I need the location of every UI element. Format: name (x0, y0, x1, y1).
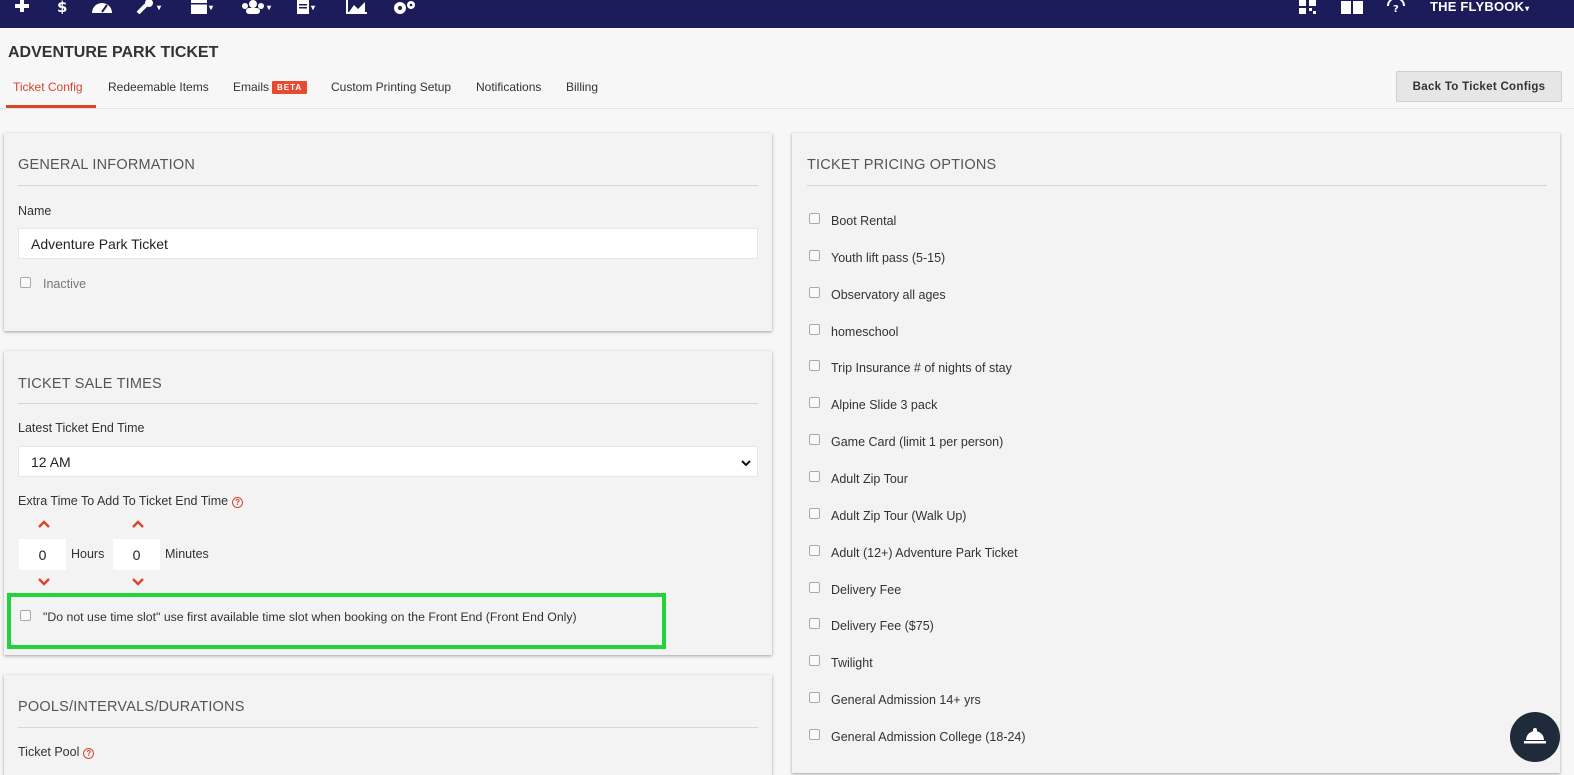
gears-icon[interactable] (392, 0, 418, 14)
qr-icon[interactable] (1298, 0, 1318, 14)
minutes-input[interactable]: 0 (113, 539, 160, 570)
inactive-label: Inactive (43, 277, 87, 291)
wrench-icon[interactable]: ▾ (136, 0, 161, 14)
pricing-option-checkbox[interactable] (809, 655, 820, 667)
book-icon[interactable] (1340, 0, 1364, 14)
ticket-pool-label-text: Ticket Pool (18, 745, 80, 759)
svg-text:$: $ (57, 0, 67, 14)
plus-icon[interactable] (14, 0, 30, 14)
dashboard-icon[interactable] (90, 0, 114, 14)
pricing-option-checkbox[interactable] (809, 728, 820, 740)
pricing-option-checkbox[interactable] (809, 692, 820, 704)
pricing-option-label: homeschool (831, 324, 899, 339)
bell-icon (1523, 726, 1547, 749)
pricing-option-label: General Admission College (18-24) (831, 729, 1026, 744)
pricing-option-checkbox[interactable] (809, 360, 820, 372)
minutes-decrement-icon[interactable] (132, 577, 144, 589)
pricing-option-label: Delivery Fee ($75) (831, 619, 934, 634)
pricing-option-label: Adult Zip Tour (Walk Up) (831, 508, 967, 523)
pricing-option-label: Twilight (831, 656, 873, 671)
tab-emails-label: Emails (233, 80, 270, 94)
pricing-option-label: Alpine Slide 3 pack (831, 398, 938, 413)
inactive-checkbox[interactable] (20, 277, 31, 288)
latest-end-time-value: 12 AM (31, 453, 71, 470)
hours-decrement-icon[interactable] (38, 577, 50, 589)
pricing-option-label: Adult (12+) Adventure Park Ticket (831, 545, 1018, 560)
tab-redeemable-items[interactable]: Redeemable Items (108, 80, 209, 94)
divider (18, 185, 758, 186)
document-icon[interactable]: ▾ (296, 0, 315, 14)
pricing-option-label: Boot Rental (831, 214, 897, 228)
svg-text:?: ? (1393, 4, 1399, 14)
tab-billing[interactable]: Billing (566, 80, 598, 94)
ticket-pricing-options-panel: TICKET PRICING OPTIONS Boot Rental Youth … (792, 133, 1560, 773)
help-icon[interactable]: ? (1386, 0, 1406, 14)
top-nav-bar: $ ▾ ▾ ▾ ▾ ? THE FLYBOOK▾ (0, 0, 1574, 28)
panel-title: TICKET PRICING OPTIONS (807, 157, 997, 173)
tab-bar: Ticket Config Redeemable Items Emails BET… (0, 74, 1574, 109)
pricing-option-checkbox[interactable] (809, 397, 820, 409)
support-bell-button[interactable] (1510, 712, 1560, 762)
hours-input[interactable]: 0 (19, 539, 66, 570)
dollar-icon[interactable]: $ (56, 0, 68, 14)
divider (807, 185, 1547, 186)
divider (18, 403, 758, 404)
pricing-option-checkbox[interactable] (809, 618, 820, 630)
chevron-down-icon (741, 454, 751, 470)
tab-notifications[interactable]: Notifications (476, 80, 541, 94)
active-tab-indicator (6, 105, 96, 108)
pricing-option-checkbox[interactable] (809, 286, 820, 298)
pricing-option-label: Game Card (limit 1 per person) (831, 435, 1004, 450)
divider (18, 727, 758, 728)
ticket-pool-label: Ticket Pool? (18, 745, 95, 759)
help-icon[interactable]: ? (83, 748, 95, 759)
pricing-option-checkbox[interactable] (809, 323, 820, 335)
latest-end-time-label: Latest Ticket End Time (18, 421, 145, 435)
pricing-option-label: General Admission 14+ yrs (831, 693, 981, 708)
calendar-icon[interactable]: ▾ (190, 0, 213, 14)
pricing-option-checkbox[interactable] (809, 434, 820, 446)
minutes-label: Minutes (165, 547, 209, 561)
pricing-option-label: Observatory all ages (831, 287, 946, 302)
minutes-increment-icon[interactable] (132, 519, 144, 531)
general-information-panel: GENERAL INFORMATION Name Adventure Park … (4, 133, 772, 331)
users-icon[interactable]: ▾ (240, 0, 271, 14)
pricing-option-label: Delivery Fee (831, 582, 902, 597)
name-input[interactable]: Adventure Park Ticket (18, 228, 758, 259)
pricing-option-checkbox[interactable] (809, 470, 820, 482)
account-menu[interactable]: THE FLYBOOK▾ (1430, 0, 1529, 14)
pricing-option-label: Youth lift pass (5-15) (831, 250, 946, 265)
pricing-option-label: Adult Zip Tour (831, 471, 908, 486)
hours-increment-icon[interactable] (38, 519, 50, 531)
pricing-option-checkbox[interactable] (809, 581, 820, 593)
pricing-option-checkbox[interactable] (809, 213, 820, 224)
pricing-option-checkbox[interactable] (809, 249, 820, 261)
name-label: Name (18, 204, 52, 218)
panel-title: TICKET SALE TIMES (18, 376, 162, 392)
latest-end-time-select[interactable]: 12 AM (18, 446, 758, 477)
pricing-option-checkbox[interactable] (809, 507, 820, 519)
panel-title: POOLS/INTERVALS/DURATIONS (18, 699, 245, 715)
tab-emails[interactable]: Emails BETA (233, 80, 308, 94)
tab-ticket-config[interactable]: Ticket Config (13, 80, 83, 94)
pools-intervals-durations-panel: POOLS/INTERVALS/DURATIONS Ticket Pool? (4, 675, 772, 775)
chart-icon[interactable] (346, 0, 368, 14)
hours-label: Hours (71, 547, 105, 561)
page-title: ADVENTURE PARK TICKET (8, 44, 219, 61)
highlight-box (7, 593, 666, 649)
extra-time-label-text: Extra Time To Add To Ticket End Time (18, 494, 229, 508)
pricing-option-label: Trip Insurance # of nights of stay (831, 361, 1012, 376)
pricing-option-checkbox[interactable] (809, 544, 820, 556)
beta-badge: BETA (272, 81, 308, 94)
extra-time-label: Extra Time To Add To Ticket End Time? (18, 494, 244, 508)
panel-title: GENERAL INFORMATION (18, 157, 196, 173)
tab-custom-printing-setup[interactable]: Custom Printing Setup (331, 80, 451, 94)
help-icon[interactable]: ? (232, 497, 244, 508)
brand-label: THE FLYBOOK (1430, 0, 1525, 14)
back-to-ticket-configs-button[interactable]: Back To Ticket Configs (1396, 71, 1562, 102)
